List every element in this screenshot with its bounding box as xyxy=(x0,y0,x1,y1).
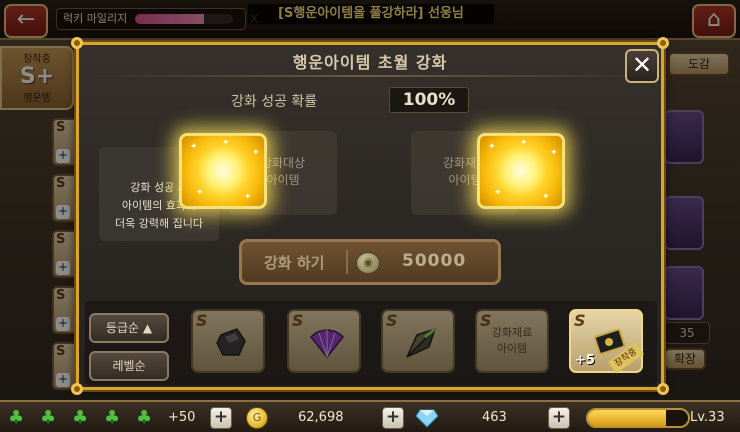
player-level: Lv.33 xyxy=(690,410,725,425)
add-gold-button[interactable]: + xyxy=(382,407,404,429)
silver-coin-icon: ◉ xyxy=(356,252,380,274)
modal-title: 행운아이템 초월 강화 xyxy=(292,53,448,72)
level-progress-fill xyxy=(588,410,666,426)
sort-by-level-button[interactable]: 레벨순 xyxy=(89,351,169,381)
corner-ornament xyxy=(657,37,669,49)
level-progress-bar xyxy=(586,408,690,428)
clover-extra-count: +50 xyxy=(168,410,196,425)
clover-icon: ♣ xyxy=(8,407,25,428)
item-letter: S xyxy=(292,311,304,330)
item-plus-level: +5 xyxy=(575,353,595,368)
item-letter: S xyxy=(196,311,208,330)
gem-amount: 463 xyxy=(482,410,507,425)
item-black-stone[interactable]: S xyxy=(191,309,265,373)
add-gem-button[interactable]: + xyxy=(548,407,570,429)
close-icon: ✕ xyxy=(631,51,653,79)
bottom-status-bar: ♣ ♣ ♣ ♣ ♣ +50 + G 62,698 + 463 + Lv.33 xyxy=(0,400,740,432)
enhance-cost: 50000 xyxy=(402,251,467,271)
corner-ornament xyxy=(71,383,83,395)
add-clover-button[interactable]: + xyxy=(210,407,232,429)
clover-icon: ♣ xyxy=(72,407,89,428)
gold-coin-icon: G xyxy=(246,407,268,429)
item-purple-fan[interactable]: S xyxy=(287,309,361,373)
clover-icon: ♣ xyxy=(104,407,121,428)
gold-amount: 62,698 xyxy=(298,410,344,425)
sort-by-grade-button[interactable]: 등급순 ▲ xyxy=(89,313,169,343)
material-glow-effect: ✦ ✦ ✦ ✦ ✦ xyxy=(477,133,565,209)
corner-ornament xyxy=(71,37,83,49)
clover-icon: ♣ xyxy=(40,407,57,428)
item-material-slot[interactable]: S 강화재료 아이템 xyxy=(475,309,549,373)
enhance-button[interactable]: 강화 하기 ◉ 50000 xyxy=(239,239,501,285)
close-button[interactable]: ✕ xyxy=(625,49,659,83)
clover-icon: ♣ xyxy=(136,407,153,428)
item-letter: S xyxy=(574,311,586,330)
corner-ornament xyxy=(657,383,669,395)
item-black-card[interactable]: S +5 장착중 xyxy=(569,309,644,374)
success-rate-value: 100% xyxy=(389,87,469,113)
black-stone-icon xyxy=(216,328,246,356)
success-rate-label: 강화 성공 확률 xyxy=(231,94,318,110)
transcend-enhance-modal: 행운아이템 초월 강화 ✕ 강화 성공 확률 100% 강화대상 아이템 강화재… xyxy=(71,37,669,395)
diamond-icon xyxy=(416,409,438,428)
target-glow-effect: ✦ ✦ ✦ ✦ ✦ xyxy=(179,133,267,209)
material-slot-label: 강화재료 아이템 xyxy=(491,326,533,355)
item-letter: S xyxy=(386,311,398,330)
enhance-button-label: 강화 하기 xyxy=(264,254,325,272)
enhance-separator xyxy=(346,250,348,274)
arrowhead-icon xyxy=(406,327,436,358)
fan-icon xyxy=(310,329,344,359)
title-divider xyxy=(93,75,647,77)
item-dark-arrowhead[interactable]: S xyxy=(381,309,455,373)
